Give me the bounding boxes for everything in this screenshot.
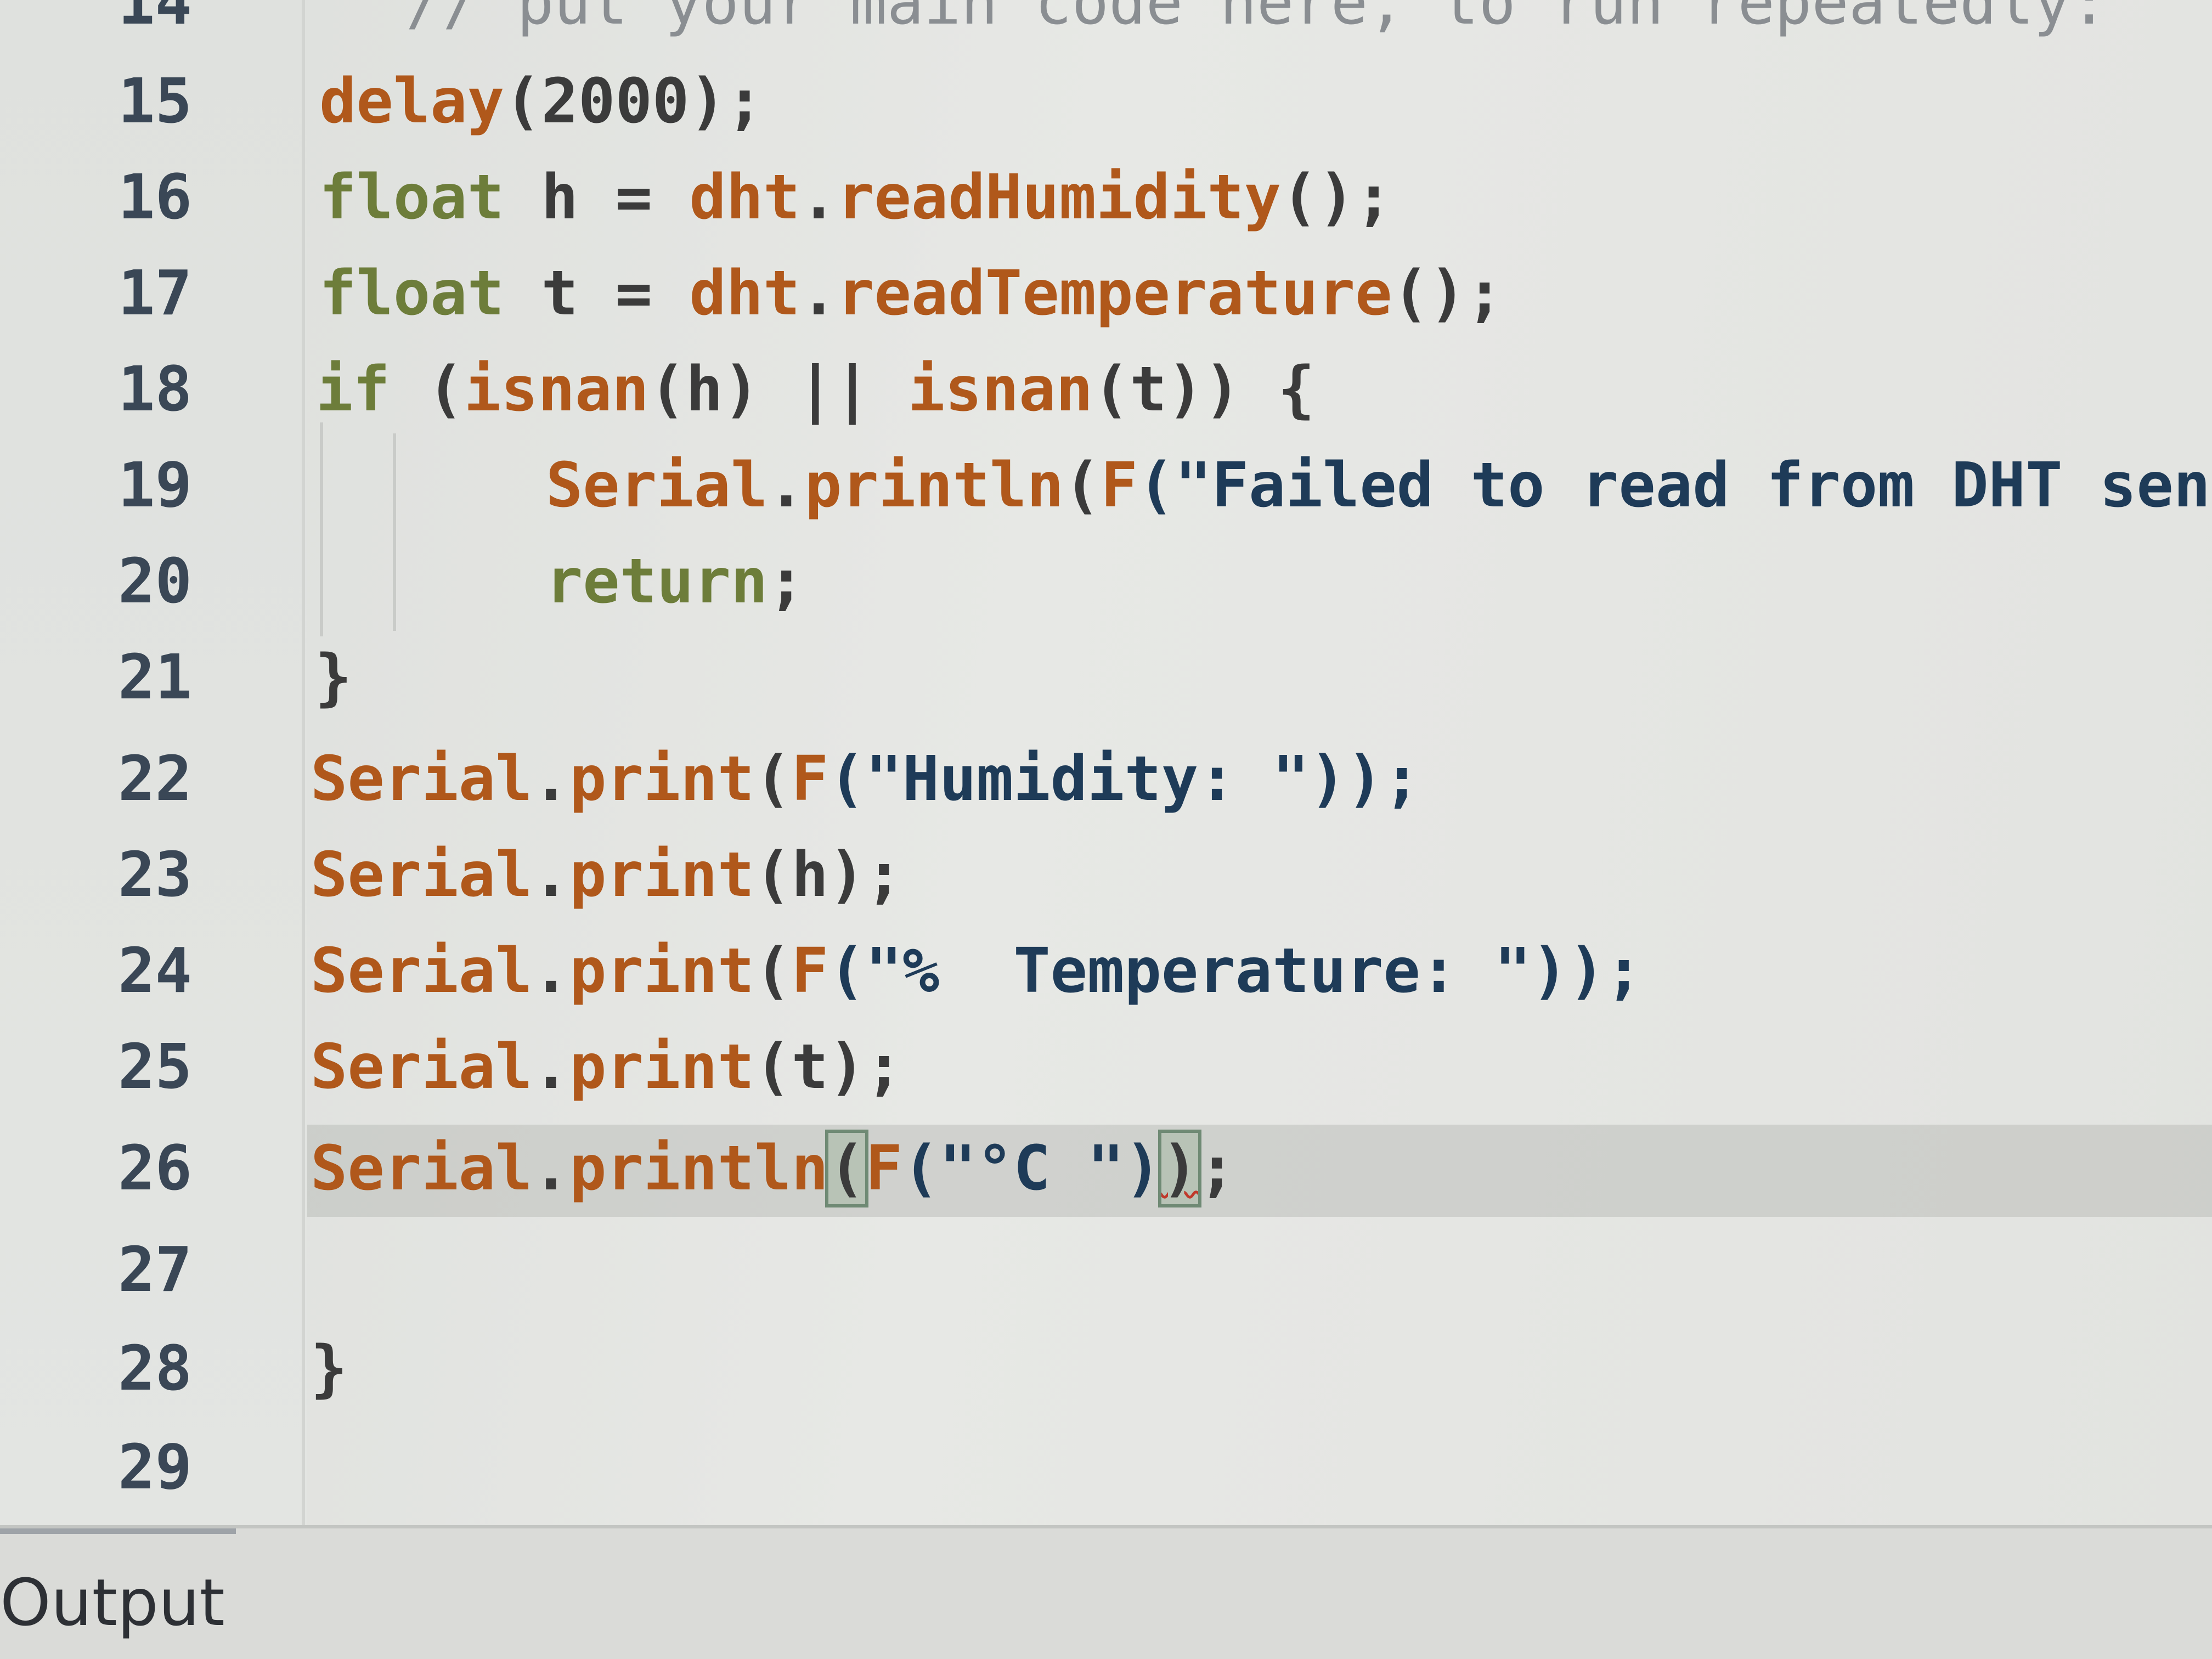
code-line[interactable]: // put your main code here, to run repea… <box>406 0 2108 38</box>
code-token: print <box>569 839 755 911</box>
code-line[interactable]: Serial.print(F("% Temperature: ")); <box>311 935 1643 1007</box>
code-token: . <box>532 839 570 911</box>
code-token: ( <box>1063 450 1101 521</box>
code-token: . <box>800 162 838 233</box>
code-token: . <box>532 935 570 1007</box>
code-line[interactable]: Serial.println(F("Failed to read from DH… <box>472 450 2210 521</box>
line-number: 21 <box>118 642 192 713</box>
output-panel-header: Output <box>0 1525 2212 1659</box>
code-token: Serial <box>311 839 533 911</box>
code-token: F <box>791 743 829 815</box>
code-token: (); <box>1392 258 1503 329</box>
code-token: ( <box>390 354 464 425</box>
code-line[interactable]: delay(2000); <box>319 66 763 137</box>
code-token: ; <box>1198 1133 1235 1204</box>
code-token: ( <box>754 743 792 815</box>
output-tab[interactable]: Output <box>0 1561 225 1644</box>
line-number: 17 <box>118 258 192 329</box>
code-token: ("% Temperature: ")); <box>828 935 1643 1007</box>
line-number: 28 <box>118 1333 192 1404</box>
code-token: ( <box>754 935 792 1007</box>
code-line[interactable]: } <box>311 1333 347 1404</box>
code-line[interactable]: float t = dht.readTemperature(); <box>319 258 1503 329</box>
line-number: 20 <box>118 546 192 617</box>
line-number: 16 <box>118 162 192 233</box>
code-token: . <box>532 1133 570 1204</box>
code-token: if <box>316 354 390 425</box>
code-token: (h) || <box>648 354 908 425</box>
code-token: F <box>791 935 829 1007</box>
code-token: ("Humidity: ")); <box>828 743 1420 815</box>
code-token: Serial <box>311 1031 533 1103</box>
code-token: . <box>800 258 838 329</box>
line-number: 24 <box>118 935 192 1007</box>
code-token: Serial <box>311 743 533 815</box>
code-token: delay <box>319 66 505 137</box>
code-token: ( <box>825 1130 869 1207</box>
code-token: . <box>532 743 570 815</box>
code-line[interactable]: Serial.print(t); <box>311 1031 902 1103</box>
line-number: 15 <box>118 66 192 137</box>
code-token: isnan <box>464 354 649 425</box>
line-number: 25 <box>118 1031 192 1103</box>
output-tab-underline <box>0 1528 236 1534</box>
line-number: 19 <box>118 450 192 521</box>
code-token: print <box>569 1031 755 1103</box>
code-token: } <box>315 642 352 713</box>
code-token: print <box>569 743 755 815</box>
code-token: (2000); <box>504 66 764 137</box>
line-number: 18 <box>118 354 192 425</box>
code-token: ("°C ") <box>902 1133 1161 1204</box>
gutter-divider <box>302 0 305 1525</box>
code-token: (); <box>1281 162 1392 233</box>
line-number: 23 <box>118 839 192 911</box>
code-token: isnan <box>907 354 1093 425</box>
code-token: . <box>532 1031 570 1103</box>
code-line[interactable]: float h = dht.readHumidity(); <box>319 162 1392 233</box>
code-line[interactable]: Serial.print(h); <box>311 839 902 911</box>
code-token: Serial <box>311 1133 533 1204</box>
code-token: dht <box>689 162 800 233</box>
code-token: println <box>569 1133 829 1204</box>
code-token: F <box>1101 450 1138 521</box>
indent-guide <box>320 422 323 636</box>
line-number: 22 <box>118 743 192 815</box>
code-token: dht <box>689 258 800 329</box>
code-token: float <box>319 162 505 233</box>
code-line[interactable]: } <box>315 642 352 713</box>
code-line[interactable]: Serial.println(F("°C ")); <box>311 1130 1235 1207</box>
code-line[interactable]: if (isnan(h) || isnan(t)) { <box>316 354 1315 425</box>
code-token: t = <box>504 258 690 329</box>
ide-window: Output 14 // put your main code here, to … <box>0 0 2212 1659</box>
code-token: Serial <box>311 935 533 1007</box>
code-token: readTemperature <box>837 258 1392 329</box>
line-number: 27 <box>118 1234 192 1306</box>
code-token: F <box>865 1133 902 1204</box>
code-token: ("Failed to read from DHT sen <box>1137 450 2211 521</box>
code-token: // put your main code here, to run repea… <box>406 0 2108 38</box>
code-token: (h); <box>754 839 902 911</box>
code-line[interactable]: Serial.print(F("Humidity: ")); <box>311 743 1420 815</box>
code-token: . <box>768 450 805 521</box>
code-token: ) <box>1158 1130 1202 1207</box>
line-number: 14 <box>118 0 192 38</box>
code-line[interactable]: return; <box>472 546 805 617</box>
code-token: h = <box>504 162 690 233</box>
code-token: ; <box>768 546 805 617</box>
code-token: } <box>311 1333 348 1404</box>
code-token: Serial <box>545 450 768 521</box>
line-number: 26 <box>118 1133 192 1204</box>
code-token: readHumidity <box>837 162 1282 233</box>
code-token: (t)) { <box>1093 354 1315 425</box>
indent-guide <box>393 433 396 631</box>
code-token: (t); <box>754 1031 902 1103</box>
code-token: println <box>804 450 1064 521</box>
code-token: return <box>545 546 768 617</box>
code-token: print <box>569 935 755 1007</box>
line-number: 29 <box>118 1432 192 1503</box>
code-token: float <box>319 258 505 329</box>
